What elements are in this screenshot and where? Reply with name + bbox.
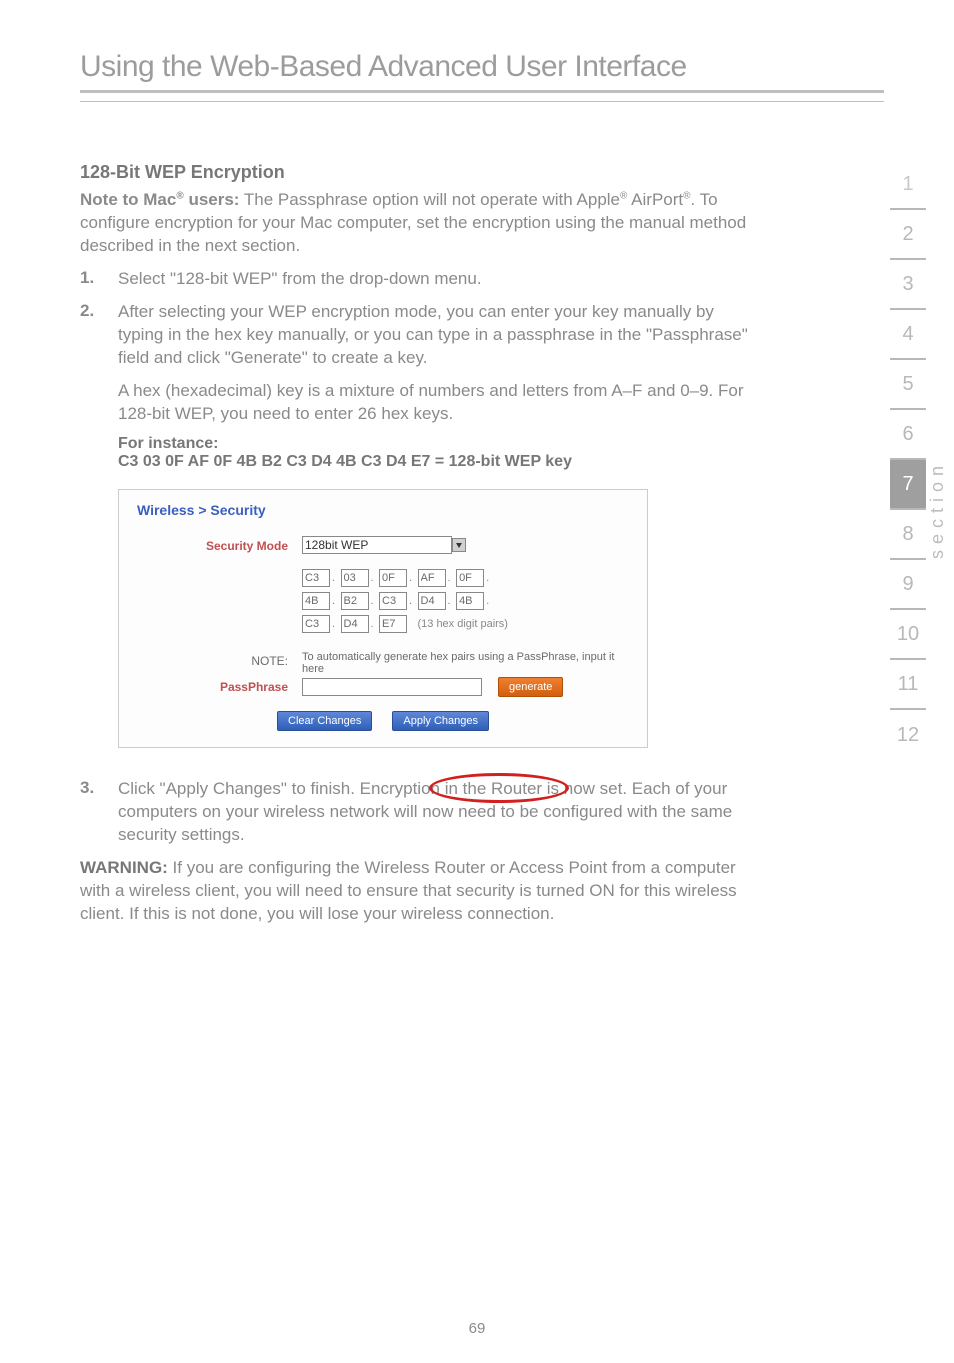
divider-main xyxy=(80,90,884,93)
step-3: 3. Click "Apply Changes" to finish. Encr… xyxy=(80,778,760,847)
hex-cell[interactable] xyxy=(418,592,446,610)
page-number: 69 xyxy=(0,1320,954,1337)
step-1: 1. Select "128-bit WEP" from the drop-do… xyxy=(80,268,760,291)
passphrase-label: PassPhrase xyxy=(137,677,302,694)
tab-12[interactable]: 12 xyxy=(890,710,926,760)
clear-changes-button[interactable]: Clear Changes xyxy=(277,711,372,731)
hex-cell[interactable] xyxy=(456,592,484,610)
dropdown-arrow-icon[interactable] xyxy=(452,538,466,552)
hex-cell[interactable] xyxy=(302,615,330,633)
ss-note-label: NOTE: xyxy=(137,651,302,668)
note-body-2: AirPort xyxy=(627,190,683,209)
note-lead: Note to Mac® users: xyxy=(80,190,239,209)
router-ui-screenshot: Wireless > Security Security Mode 128bit… xyxy=(118,489,648,748)
tab-6[interactable]: 6 xyxy=(890,410,926,460)
generate-button[interactable]: generate xyxy=(498,677,563,697)
ss-note-text: To automatically generate hex pairs usin… xyxy=(302,651,629,675)
tab-9[interactable]: 9 xyxy=(890,560,926,610)
tab-1[interactable]: 1 xyxy=(890,160,926,210)
security-mode-select[interactable]: 128bit WEP xyxy=(302,536,452,554)
hex-cell[interactable] xyxy=(456,569,484,587)
hex-cell[interactable] xyxy=(302,569,330,587)
for-instance-example: C3 03 0F AF 0F 4B B2 C3 D4 4B C3 D4 E7 =… xyxy=(118,453,760,471)
hex-pairs-note: (13 hex digit pairs) xyxy=(417,618,508,630)
step-1-number: 1. xyxy=(80,268,100,291)
ss-breadcrumb: Wireless > Security xyxy=(137,502,629,518)
for-instance-label: For instance: xyxy=(118,435,760,453)
content-column: 128-Bit WEP Encryption Note to Mac® user… xyxy=(80,162,760,926)
step-2-number: 2. xyxy=(80,301,100,370)
warning-body: If you are configuring the Wireless Rout… xyxy=(80,858,737,923)
divider-sub xyxy=(80,101,884,102)
step-3-number: 3. xyxy=(80,778,100,847)
chapter-title: Using the Web-Based Advanced User Interf… xyxy=(80,50,884,84)
note-body-1: The Passphrase option will not operate w… xyxy=(239,190,620,209)
security-mode-label: Security Mode xyxy=(137,536,302,553)
tab-5[interactable]: 5 xyxy=(890,360,926,410)
step-2: 2. After selecting your WEP encryption m… xyxy=(80,301,760,370)
hex-cell[interactable] xyxy=(379,615,407,633)
warning-paragraph: WARNING: If you are configuring the Wire… xyxy=(80,857,760,926)
hex-cell[interactable] xyxy=(341,592,369,610)
section-heading: 128-Bit WEP Encryption xyxy=(80,162,760,183)
hex-cell[interactable] xyxy=(418,569,446,587)
tab-10[interactable]: 10 xyxy=(890,610,926,660)
tab-3[interactable]: 3 xyxy=(890,260,926,310)
tab-7[interactable]: 7 xyxy=(890,460,926,510)
hex-cell[interactable] xyxy=(302,592,330,610)
warning-label: WARNING: xyxy=(80,858,168,877)
step-2-text: After selecting your WEP encryption mode… xyxy=(118,301,760,370)
hex-cell[interactable] xyxy=(379,592,407,610)
section-vertical-label: section xyxy=(927,460,948,559)
hex-cell[interactable] xyxy=(341,615,369,633)
hex-cell[interactable] xyxy=(341,569,369,587)
tab-8[interactable]: 8 xyxy=(890,510,926,560)
hex-cell[interactable] xyxy=(379,569,407,587)
passphrase-input[interactable] xyxy=(302,678,482,696)
section-tabs: 1 2 3 4 5 6 7 8 9 10 11 12 xyxy=(890,160,926,760)
tab-4[interactable]: 4 xyxy=(890,310,926,360)
apply-changes-button[interactable]: Apply Changes xyxy=(392,711,489,731)
tab-11[interactable]: 11 xyxy=(890,660,926,710)
hex-explain: A hex (hexadecimal) key is a mixture of … xyxy=(118,380,760,426)
hex-key-grid: . . . . . . . . . . . . xyxy=(302,568,629,637)
tab-2[interactable]: 2 xyxy=(890,210,926,260)
step-1-text: Select "128-bit WEP" from the drop-down … xyxy=(118,268,482,291)
mac-note-paragraph: Note to Mac® users: The Passphrase optio… xyxy=(80,189,760,258)
